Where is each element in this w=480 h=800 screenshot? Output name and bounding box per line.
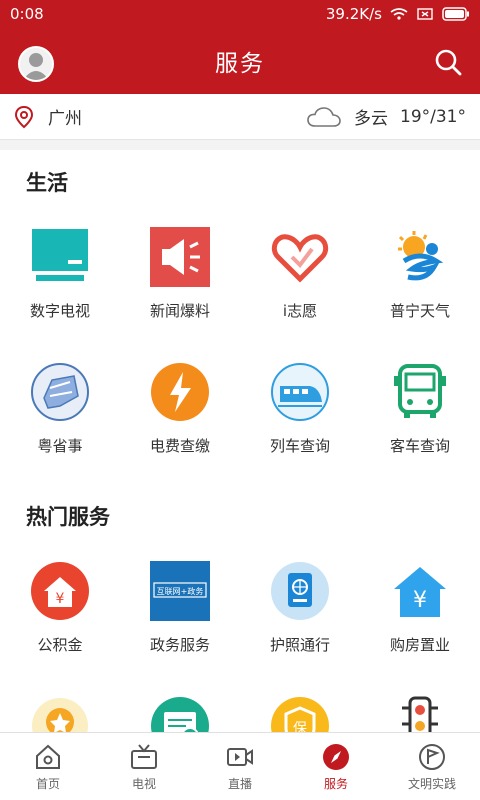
app-header: 服务 — [0, 28, 480, 94]
weather-condition: 多云 — [354, 109, 388, 129]
passport-icon — [269, 560, 331, 622]
battery-icon — [442, 7, 469, 21]
section-title-hot: 热门服务 — [26, 505, 110, 529]
tab-civilization[interactable]: 文明实践 — [384, 733, 480, 800]
compass-icon — [323, 744, 349, 770]
service-train-query[interactable]: 列车查询 — [240, 349, 360, 484]
house-yuan-icon: ¥ — [389, 560, 451, 622]
services-content: 生活 数字电视 新闻爆料 i志愿 普宁天气 粤省事 电费查缴 列车查询 客车查询… — [0, 150, 480, 732]
document-check-icon — [149, 695, 211, 732]
section-divider — [0, 140, 480, 150]
government-badge-text: 互联网+政务 — [157, 586, 204, 596]
lightning-icon — [149, 361, 211, 423]
search-icon[interactable] — [432, 46, 464, 78]
megaphone-icon — [149, 226, 211, 288]
svg-text:¥: ¥ — [56, 591, 65, 607]
status-bar: 0:08 39.2K/s — [0, 0, 480, 28]
service-yueshengshi[interactable]: 粤省事 — [0, 349, 120, 484]
insurance-badge-text: 保 — [293, 721, 307, 732]
temperature: 19°/31° — [400, 106, 466, 127]
service-housing-fund[interactable]: ¥ 公积金 — [0, 548, 120, 683]
tab-services[interactable]: 服务 — [288, 733, 384, 800]
government-icon: 互联网+政务 — [149, 560, 211, 622]
service-medal[interactable] — [0, 683, 120, 732]
service-insurance[interactable]: 保 — [240, 683, 360, 732]
wifi-icon — [390, 8, 408, 20]
home-icon — [36, 744, 60, 769]
bus-icon — [389, 361, 451, 423]
insurance-icon: 保 — [269, 695, 331, 732]
service-electricity-bill[interactable]: 电费查缴 — [120, 349, 240, 484]
user-icon — [23, 53, 49, 80]
live-icon — [227, 748, 253, 766]
hot-services-grid: ¥ 公积金 互联网+政务 政务服务 护照通行 ¥ 购房置业 保 — [0, 548, 480, 732]
heart-hand-icon — [269, 226, 331, 288]
service-news-tips[interactable]: 新闻爆料 — [120, 214, 240, 349]
housing-fund-icon: ¥ — [29, 560, 91, 622]
flag-icon — [419, 744, 445, 770]
service-house-purchase[interactable]: ¥ 购房置业 — [360, 548, 480, 683]
svg-text:¥: ¥ — [413, 588, 427, 613]
traffic-light-icon — [389, 695, 451, 732]
weather-icon — [389, 226, 451, 288]
medal-icon — [29, 695, 91, 732]
service-traffic[interactable] — [360, 683, 480, 732]
tab-home[interactable]: 首页 — [0, 733, 96, 800]
network-speed: 39.2K/s — [325, 5, 382, 23]
section-title-life: 生活 — [26, 171, 68, 195]
weather-bar: 广州 多云 19°/31° — [0, 94, 480, 140]
tv-tab-icon — [131, 744, 157, 769]
sim-icon — [417, 8, 433, 20]
train-icon — [269, 361, 331, 423]
bottom-tab-bar: 首页 电视 直播 服务 文明实践 — [0, 732, 480, 800]
service-passport[interactable]: 护照通行 — [240, 548, 360, 683]
service-government[interactable]: 互联网+政务 政务服务 — [120, 548, 240, 683]
guangdong-icon — [29, 361, 91, 423]
service-document[interactable] — [120, 683, 240, 732]
life-services-grid: 数字电视 新闻爆料 i志愿 普宁天气 粤省事 电费查缴 列车查询 客车查询 — [0, 214, 480, 484]
tv-icon — [29, 226, 91, 288]
service-digital-tv[interactable]: 数字电视 — [0, 214, 120, 349]
page-title: 服务 — [215, 51, 265, 77]
service-volunteer[interactable]: i志愿 — [240, 214, 360, 349]
tab-live[interactable]: 直播 — [192, 733, 288, 800]
service-bus-query[interactable]: 客车查询 — [360, 349, 480, 484]
location-pin-icon — [14, 105, 34, 128]
service-puning-weather[interactable]: 普宁天气 — [360, 214, 480, 349]
city-name[interactable]: 广州 — [48, 104, 82, 129]
status-time: 0:08 — [10, 5, 44, 23]
cloud-icon — [307, 106, 341, 127]
avatar[interactable] — [18, 46, 54, 82]
tab-tv[interactable]: 电视 — [96, 733, 192, 800]
